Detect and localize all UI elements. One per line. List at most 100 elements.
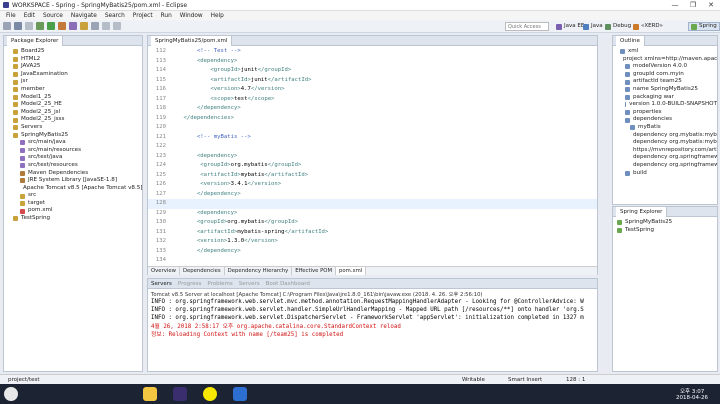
package-tree-item[interactable]: HTML2 bbox=[6, 56, 142, 64]
code-line[interactable]: 121 <!-- myBatis --> bbox=[148, 133, 597, 143]
package-tree-item[interactable]: target bbox=[6, 200, 142, 208]
code-line[interactable]: 133 </dependency> bbox=[148, 247, 597, 257]
outline-item[interactable]: version 1.0.0-BUILD-SNAPSHOT bbox=[615, 101, 717, 109]
outline-item[interactable]: myBatis bbox=[615, 124, 717, 132]
outline-item[interactable]: xml bbox=[615, 48, 717, 56]
start-icon[interactable] bbox=[4, 387, 18, 401]
menu-project[interactable]: Project bbox=[129, 13, 157, 19]
tab-spring-explorer[interactable]: Spring Explorer bbox=[616, 206, 668, 217]
package-tree-item[interactable]: Model2_25_jsl bbox=[6, 109, 142, 117]
package-tree-item[interactable]: member bbox=[6, 86, 142, 94]
package-tree-item[interactable]: Apache Tomcat v8.5 [Apache Tomcat v8.5] bbox=[6, 185, 142, 193]
package-tree-item[interactable]: src/test/java bbox=[6, 154, 142, 162]
run-icon[interactable] bbox=[47, 22, 55, 30]
code-line[interactable]: 129 <dependency> bbox=[148, 209, 597, 219]
code-line[interactable]: 131 <artifactId> mybatis-spring </artifact… bbox=[148, 228, 597, 238]
outline-item[interactable]: https://mvnrepository.com/artifact bbox=[615, 147, 717, 155]
search-icon[interactable] bbox=[91, 22, 99, 30]
code-line[interactable]: 134 bbox=[148, 256, 597, 266]
code-line[interactable]: 113 <dependency> bbox=[148, 57, 597, 67]
package-tree-item[interactable]: Model1_25 bbox=[6, 94, 142, 102]
perspective-spring[interactable]: Spring bbox=[688, 22, 720, 31]
open-type-icon[interactable] bbox=[80, 22, 88, 30]
tab-progress[interactable]: Progress bbox=[178, 281, 201, 287]
menu-edit[interactable]: Edit bbox=[20, 13, 39, 19]
outline-item[interactable]: groupId com.myin bbox=[615, 71, 717, 79]
menu-source[interactable]: Source bbox=[39, 13, 67, 19]
outline-item[interactable]: project xmlns=http://maven.apache.or bbox=[615, 56, 717, 64]
menu-run[interactable]: Run bbox=[157, 13, 176, 19]
menu-navigate[interactable]: Navigate bbox=[67, 13, 101, 19]
outline-item[interactable]: dependency org.mybatis:mybatis bbox=[615, 132, 717, 140]
clock-time[interactable]: 오후 3:07 bbox=[680, 387, 704, 395]
tab-package-explorer[interactable]: Package Explorer bbox=[7, 35, 64, 46]
outline-item[interactable]: modelVersion 4.0.0 bbox=[615, 63, 717, 71]
code-line[interactable]: 114 <groupId> junit </groupId> bbox=[148, 66, 597, 76]
new-java-project-icon[interactable] bbox=[69, 22, 77, 30]
tab-overview[interactable]: Overview bbox=[148, 267, 180, 275]
eclipse-icon[interactable] bbox=[173, 387, 187, 401]
tab-boot-dashboard[interactable]: Boot Dashboard bbox=[266, 281, 310, 287]
code-line[interactable]: 116 <version> 4.7 </version> bbox=[148, 85, 597, 95]
close-button[interactable]: ✕ bbox=[702, 0, 720, 11]
code-line[interactable]: 125 <artifactId> mybatis </artifactId> bbox=[148, 171, 597, 181]
code-line[interactable]: 117 <scope> test </scope> bbox=[148, 95, 597, 105]
tab-dependencies[interactable]: Dependencies bbox=[180, 267, 225, 275]
kakaotalk-icon[interactable] bbox=[203, 387, 217, 401]
tab-servers-2[interactable]: Servers bbox=[239, 281, 260, 287]
code-line[interactable]: 132 <version> 1.3.0 </version> bbox=[148, 237, 597, 247]
save-icon[interactable] bbox=[14, 22, 22, 30]
tab-outline[interactable]: Outline bbox=[616, 35, 645, 46]
file-explorer-icon[interactable] bbox=[143, 387, 157, 401]
package-tree-item[interactable]: src/main/resources bbox=[6, 147, 142, 155]
code-line[interactable]: 120 bbox=[148, 123, 597, 133]
code-line[interactable]: 126 <version> 3.4.1 </version> bbox=[148, 180, 597, 190]
package-tree-item[interactable]: Model2_25_HE bbox=[6, 101, 142, 109]
tab-servers[interactable]: Servers bbox=[151, 281, 172, 287]
package-tree-item[interactable]: Board25 bbox=[6, 48, 142, 56]
code-line[interactable]: 123 <dependency> bbox=[148, 152, 597, 162]
package-tree-item[interactable]: Servers bbox=[6, 124, 142, 132]
package-tree-item[interactable]: Maven Dependencies bbox=[6, 170, 142, 178]
outline-item[interactable]: artifactId team25 bbox=[615, 78, 717, 86]
debug-icon[interactable] bbox=[36, 22, 44, 30]
code-line[interactable]: 115 <artifactId> junit </artifactId> bbox=[148, 76, 597, 86]
package-tree-item[interactable]: Model2_25_jsss bbox=[6, 116, 142, 124]
tab-effective-pom[interactable]: Effective POM bbox=[292, 267, 337, 275]
package-tree-item[interactable]: src bbox=[6, 192, 142, 200]
code-line[interactable]: 119 </dependencies> bbox=[148, 114, 597, 124]
package-tree-item[interactable]: pom.xml bbox=[6, 207, 142, 215]
maximize-button[interactable]: ❐ bbox=[684, 0, 702, 11]
code-line[interactable]: 127 </dependency> bbox=[148, 190, 597, 200]
outline-item[interactable]: build bbox=[615, 170, 717, 178]
chrome-icon[interactable] bbox=[233, 387, 247, 401]
external-tools-icon[interactable] bbox=[58, 22, 66, 30]
package-tree-item[interactable]: JRE System Library [JavaSE-1.8] bbox=[6, 177, 142, 185]
code-line[interactable]: 124 <groupId> org.mybatis </groupId> bbox=[148, 161, 597, 171]
code-line[interactable]: 112 <!-- Test --> bbox=[148, 47, 597, 57]
outline-item[interactable]: dependency org.springframework bbox=[615, 154, 717, 162]
outline-item[interactable]: properties bbox=[615, 109, 717, 117]
code-line[interactable]: 130 <groupId> org.mybatis </groupId> bbox=[148, 218, 597, 228]
package-tree-item[interactable]: TestSpring bbox=[6, 215, 142, 223]
menu-help[interactable]: Help bbox=[207, 13, 228, 19]
menu-file[interactable]: File bbox=[2, 13, 20, 19]
outline-item[interactable]: dependencies bbox=[615, 116, 717, 124]
code-line[interactable]: 122 bbox=[148, 142, 597, 152]
clock-date[interactable]: 2018-04-26 bbox=[676, 395, 708, 401]
perspective-java[interactable]: Java bbox=[581, 22, 605, 31]
code-line[interactable]: 128 bbox=[148, 199, 597, 209]
forward-icon[interactable] bbox=[113, 22, 121, 30]
menu-window[interactable]: Window bbox=[176, 13, 207, 19]
package-tree-item[interactable]: JAVA25 bbox=[6, 63, 142, 71]
outline-item[interactable]: name SpringMyBatis25 bbox=[615, 86, 717, 94]
package-tree-item[interactable]: JavaExamination bbox=[6, 71, 142, 79]
menu-search[interactable]: Search bbox=[101, 13, 129, 19]
spring-explorer-item[interactable]: SpringMyBatis25 bbox=[617, 219, 717, 227]
tab-dependency-hierarchy[interactable]: Dependency Hierarchy bbox=[225, 267, 293, 275]
back-icon[interactable] bbox=[102, 22, 110, 30]
outline-item[interactable]: dependency org.mybatis:mybatis bbox=[615, 139, 717, 147]
tab-problems[interactable]: Problems bbox=[207, 281, 232, 287]
outline-item[interactable]: dependency org.springframework bbox=[615, 162, 717, 170]
tab-pom-xml[interactable]: SpringMyBatis25/pom.xml bbox=[151, 35, 233, 46]
